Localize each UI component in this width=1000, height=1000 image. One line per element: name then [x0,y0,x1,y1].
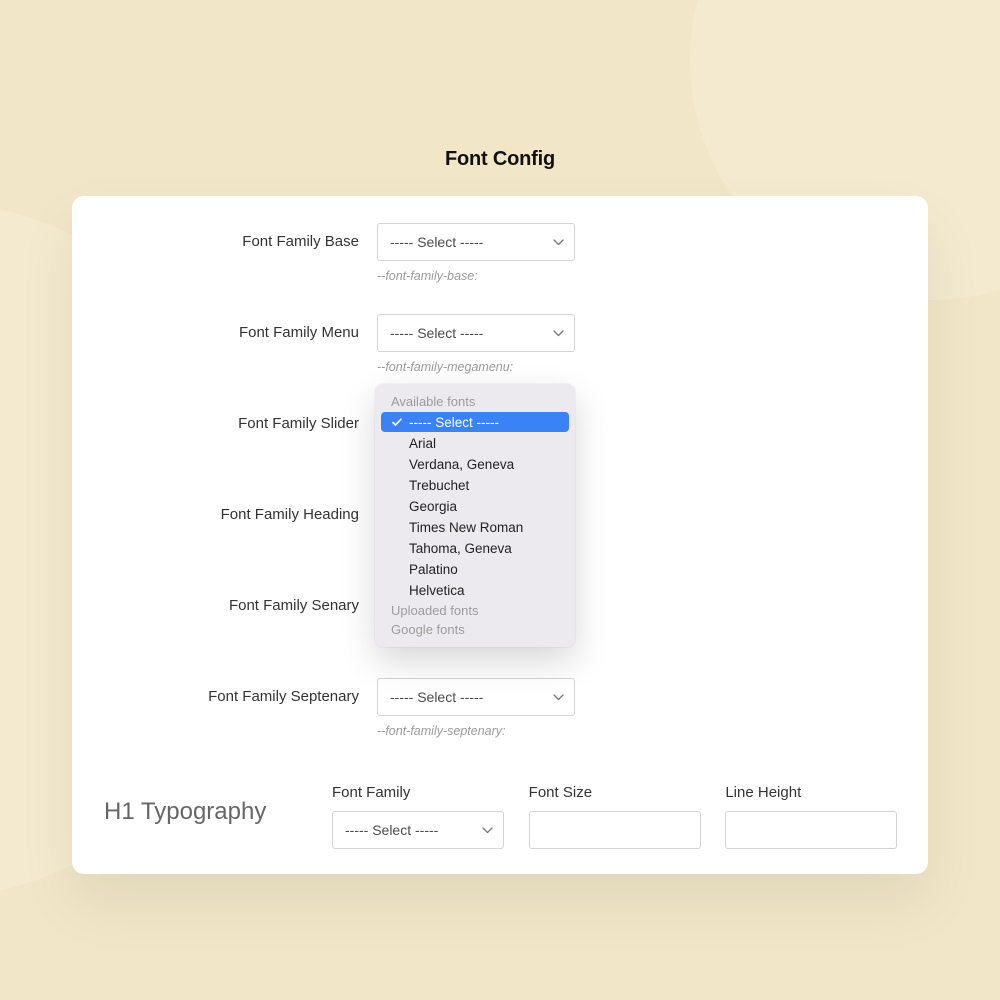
h1-font-size-input[interactable] [529,811,701,849]
field-label: Font Family Septenary [72,678,377,705]
font-family-base-select[interactable]: ----- Select ----- [377,223,575,261]
dropdown-group-google: Google fonts [375,620,575,639]
dropdown-option-tahoma[interactable]: Tahoma, Geneva [381,538,569,558]
field-label: Font Family Slider [72,405,377,432]
field-font-family-base: Font Family Base ----- Select ----- --fo… [72,223,652,283]
field-font-family-menu: Font Family Menu ----- Select ----- --fo… [72,314,652,374]
chevron-down-icon [550,325,566,341]
dropdown-option-label: Palatino [405,562,458,577]
select-value: ----- Select ----- [390,325,483,341]
field-label: Font Family Heading [72,496,377,523]
dropdown-group-uploaded: Uploaded fonts [375,601,575,620]
select-value: ----- Select ----- [390,234,483,250]
select-value: ----- Select ----- [390,689,483,705]
dropdown-option-label: Trebuchet [405,478,469,493]
field-help: --font-family-septenary: [377,724,575,738]
dropdown-option-label: Verdana, Geneva [405,457,514,472]
dropdown-option-label: Georgia [405,499,457,514]
check-icon [389,418,405,427]
h1-font-size-label: Font Size [529,784,708,801]
dropdown-option-label: Times New Roman [405,520,523,535]
h1-font-family-label: Font Family [332,784,511,801]
font-family-slider-dropdown: Available fonts ----- Select ----- Arial… [375,384,575,647]
dropdown-option-verdana[interactable]: Verdana, Geneva [381,454,569,474]
field-help: --font-family-base: [377,269,575,283]
font-family-menu-select[interactable]: ----- Select ----- [377,314,575,352]
dropdown-group-available: Available fonts [375,392,575,411]
h1-typography-section: H1 Typography Font Family ----- Select -… [72,784,928,849]
field-label: Font Family Senary [72,587,377,614]
select-value: ----- Select ----- [345,822,438,838]
chevron-down-icon [550,689,566,705]
dropdown-option-select[interactable]: ----- Select ----- [381,412,569,432]
dropdown-option-arial[interactable]: Arial [381,433,569,453]
dropdown-option-georgia[interactable]: Georgia [381,496,569,516]
dropdown-option-label: ----- Select ----- [405,415,499,430]
chevron-down-icon [479,822,495,838]
dropdown-option-helvetica[interactable]: Helvetica [381,580,569,600]
dropdown-option-palatino[interactable]: Palatino [381,559,569,579]
h1-line-height-label: Line Height [725,784,904,801]
field-label: Font Family Base [72,223,377,250]
page-title: Font Config [0,148,1000,171]
field-font-family-septenary: Font Family Septenary ----- Select -----… [72,678,652,738]
field-help: --font-family-megamenu: [377,360,575,374]
dropdown-option-trebuchet[interactable]: Trebuchet [381,475,569,495]
h1-typography-title: H1 Typography [104,784,314,826]
chevron-down-icon [550,234,566,250]
h1-font-family-select[interactable]: ----- Select ----- [332,811,504,849]
dropdown-option-label: Helvetica [405,583,465,598]
font-family-septenary-select[interactable]: ----- Select ----- [377,678,575,716]
config-panel: Font Family Base ----- Select ----- --fo… [72,196,928,874]
h1-line-height-input[interactable] [725,811,897,849]
dropdown-option-label: Tahoma, Geneva [405,541,512,556]
dropdown-option-label: Arial [405,436,436,451]
field-label: Font Family Menu [72,314,377,341]
dropdown-option-times[interactable]: Times New Roman [381,517,569,537]
